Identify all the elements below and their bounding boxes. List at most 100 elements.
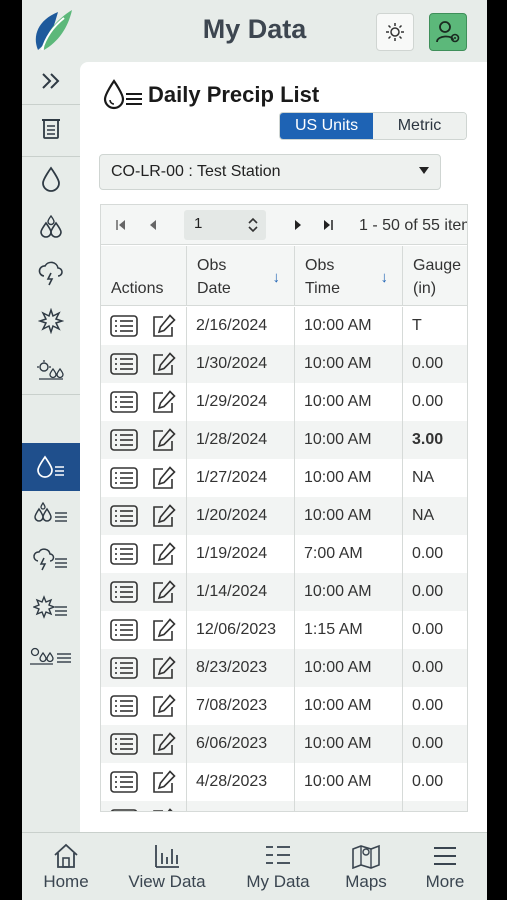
drop-list-icon [37, 455, 64, 478]
details-list-icon[interactable] [110, 466, 138, 497]
col-gauge[interactable]: Gauge (in) [403, 246, 467, 306]
sidebar-item-daily-precip[interactable] [22, 160, 80, 198]
edit-icon[interactable] [151, 542, 177, 573]
first-page-icon[interactable] [115, 219, 127, 231]
details-list-icon[interactable] [110, 732, 138, 763]
gauge-cell: 0.00 [412, 621, 444, 638]
sidebar-item-storm[interactable] [22, 254, 80, 292]
last-page-icon[interactable] [322, 219, 334, 231]
obs-date-cell: 1/27/2024 [187, 459, 295, 497]
drops-list-icon [34, 501, 67, 522]
edit-icon[interactable] [151, 694, 177, 725]
details-list-icon[interactable] [110, 428, 138, 459]
sidebar-item-daily-precip-list[interactable] [22, 443, 80, 491]
metric-button[interactable]: Metric [373, 113, 466, 139]
details-list-icon[interactable] [110, 390, 138, 421]
sidebar-item-report[interactable] [22, 110, 80, 148]
us-units-button[interactable]: US Units [280, 113, 373, 139]
details-list-icon[interactable] [110, 770, 138, 801]
obs-time-cell: 10:00 AM [295, 497, 403, 535]
details-list-icon[interactable] [110, 808, 138, 811]
edit-icon[interactable] [151, 428, 177, 459]
table-row: 1/30/2024 10:00 AM 0.00 [101, 345, 467, 383]
station-select-value: CO-LR-00 : Test Station [111, 163, 281, 180]
nav-more[interactable]: More [420, 833, 470, 900]
edit-icon[interactable] [151, 770, 177, 801]
table-row: 1/20/2024 10:00 AM NA [101, 497, 467, 535]
col-gauge-label-1: Gauge [413, 257, 462, 274]
sidebar-item-hail[interactable] [22, 302, 80, 340]
main-content: Daily Precip List US Units Metric CO-LR-… [80, 62, 487, 832]
edit-icon[interactable] [151, 656, 177, 687]
col-actions: Actions [101, 246, 187, 306]
edit-icon[interactable] [151, 618, 177, 649]
sidebar-item-condition-list[interactable] [22, 636, 80, 674]
theme-toggle-button[interactable] [376, 13, 414, 51]
nav-maps[interactable]: Maps [340, 833, 392, 900]
prev-page-icon[interactable] [147, 219, 159, 231]
details-list-icon[interactable] [110, 504, 138, 535]
nav-view-data[interactable]: View Data [123, 833, 211, 900]
actions-cell [101, 307, 187, 345]
edit-icon[interactable] [151, 314, 177, 345]
details-list-icon[interactable] [110, 618, 138, 649]
actions-cell [101, 497, 187, 535]
obs-time-cell [295, 801, 403, 811]
obs-date-cell [187, 801, 295, 811]
sort-down-icon: ↓ [272, 269, 281, 286]
sidebar-expand[interactable] [22, 62, 80, 100]
sidebar-item-multi-day[interactable] [22, 208, 80, 246]
double-chevron-right-icon [42, 73, 60, 89]
page-title: Daily Precip List [148, 82, 320, 107]
sidebar-item-storm-list[interactable] [22, 540, 80, 578]
edit-icon[interactable] [151, 732, 177, 763]
obs-date-cell: 1/30/2024 [187, 345, 295, 383]
nav-home-label: Home [43, 872, 89, 891]
obs-date-cell: 4/28/2023 [187, 763, 295, 801]
details-list-icon[interactable] [110, 580, 138, 611]
sidebar-item-multi-day-list[interactable] [22, 494, 80, 532]
obs-date-cell: 6/06/2023 [187, 725, 295, 763]
spinner-icon[interactable] [247, 216, 259, 234]
details-list-icon[interactable] [110, 542, 138, 573]
obs-time-cell: 10:00 AM [295, 459, 403, 497]
edit-icon[interactable] [151, 504, 177, 535]
edit-icon[interactable] [151, 466, 177, 497]
table-row: 1/14/2024 10:00 AM 0.00 [101, 573, 467, 611]
station-select[interactable]: CO-LR-00 : Test Station [99, 154, 441, 190]
daily-precip-list-icon [103, 79, 142, 110]
actions-cell [101, 611, 187, 649]
gauge-cell: 0.00 [412, 735, 444, 752]
actions-cell [101, 763, 187, 801]
details-list-icon[interactable] [110, 352, 138, 383]
details-list-icon[interactable] [110, 656, 138, 687]
edit-icon[interactable] [151, 808, 177, 811]
storm-list-icon [33, 548, 67, 571]
sidebar-item-condition[interactable] [22, 350, 80, 388]
table-row: 1/29/2024 10:00 AM 0.00 [101, 383, 467, 421]
report-icon [42, 119, 60, 139]
nav-my-data-label: My Data [246, 872, 310, 891]
edit-icon[interactable] [151, 390, 177, 421]
obs-time-cell: 10:00 AM [295, 307, 403, 345]
next-page-icon[interactable] [292, 219, 304, 231]
details-list-icon[interactable] [110, 694, 138, 725]
details-list-icon[interactable] [110, 314, 138, 345]
sidebar-divider [22, 104, 80, 105]
sidebar-item-hail-list[interactable] [22, 588, 80, 626]
table-row: 1/27/2024 10:00 AM NA [101, 459, 467, 497]
table-row: 7/08/2023 10:00 AM 0.00 [101, 687, 467, 725]
nav-home[interactable]: Home [36, 833, 96, 900]
actions-cell [101, 459, 187, 497]
col-obs-time[interactable]: Obs Time ↓ [295, 246, 403, 306]
edit-icon[interactable] [151, 580, 177, 611]
obs-date-cell: 1/14/2024 [187, 573, 295, 611]
gauge-cell: NA [412, 507, 435, 524]
col-obs-date[interactable]: Obs Date ↓ [187, 246, 295, 306]
user-gear-icon [436, 21, 460, 43]
user-settings-button[interactable] [429, 13, 467, 51]
nav-my-data[interactable]: My Data [238, 833, 318, 900]
nav-maps-label: Maps [345, 872, 387, 891]
sun-icon [386, 23, 404, 41]
edit-icon[interactable] [151, 352, 177, 383]
